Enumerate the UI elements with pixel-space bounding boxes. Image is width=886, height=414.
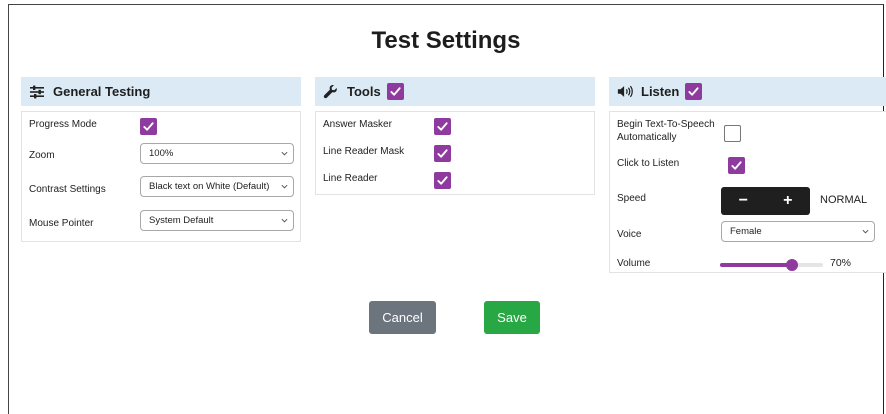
mouse-pointer-value: System Default <box>149 215 214 226</box>
line-reader-label: Line Reader <box>323 173 378 184</box>
general-testing-panel: General Testing Progress Mode Zoom 100% … <box>21 77 301 242</box>
general-testing-title: General Testing <box>53 84 151 99</box>
general-testing-body: Progress Mode Zoom 100% Contrast Setting… <box>21 111 301 242</box>
speed-label: Speed <box>617 193 646 204</box>
check-icon <box>143 122 154 131</box>
progress-mode-checkbox[interactable] <box>140 118 157 135</box>
speaker-icon <box>617 84 633 100</box>
speed-decrease-button[interactable]: − <box>721 187 766 215</box>
wrench-icon <box>323 84 339 100</box>
zoom-label: Zoom <box>29 150 55 161</box>
volume-slider-thumb[interactable] <box>786 259 799 271</box>
page-title: Test Settings <box>371 27 521 54</box>
zoom-select[interactable]: 100% <box>140 143 294 164</box>
voice-select[interactable]: Female <box>721 221 875 242</box>
sliders-icon <box>29 84 45 100</box>
auto-tts-checkbox[interactable] <box>724 125 741 142</box>
listen-panel: Listen Begin Text-To-Speech Automaticall… <box>609 77 886 273</box>
check-icon <box>437 122 448 131</box>
general-testing-header: General Testing <box>21 77 301 106</box>
cancel-button[interactable]: Cancel <box>369 301 436 334</box>
contrast-settings-label: Contrast Settings <box>29 184 106 195</box>
progress-mode-label: Progress Mode <box>29 119 97 130</box>
speed-value: NORMAL <box>820 194 868 206</box>
line-reader-mask-label: Line Reader Mask <box>323 146 405 157</box>
answer-masker-label: Answer Masker <box>323 119 392 130</box>
zoom-value: 100% <box>149 148 174 159</box>
contrast-settings-value: Black text on White (Default) <box>149 181 270 192</box>
listen-title: Listen <box>641 84 680 99</box>
mouse-pointer-label: Mouse Pointer <box>29 218 94 229</box>
check-icon <box>437 176 448 185</box>
check-icon <box>731 161 742 170</box>
listen-body: Begin Text-To-Speech Automatically Click… <box>609 111 886 273</box>
chevron-down-icon <box>281 184 288 189</box>
mouse-pointer-select[interactable]: System Default <box>140 210 294 231</box>
tools-title: Tools <box>347 84 381 99</box>
tools-header: Tools <box>315 77 595 106</box>
chevron-down-icon <box>862 229 869 234</box>
check-icon <box>688 87 699 96</box>
chevron-down-icon <box>281 151 288 156</box>
speed-control: − + <box>721 187 810 215</box>
line-reader-checkbox[interactable] <box>434 172 451 189</box>
listen-header: Listen <box>609 77 886 106</box>
answer-masker-checkbox[interactable] <box>434 118 451 135</box>
volume-label: Volume <box>617 258 651 269</box>
tools-enable-checkbox[interactable] <box>386 83 404 100</box>
volume-slider-fill <box>720 263 793 267</box>
save-button[interactable]: Save <box>484 301 540 334</box>
speed-increase-button[interactable]: + <box>766 187 811 215</box>
tools-panel: Tools Answer Masker Line Reader Mask Lin… <box>315 77 595 195</box>
settings-window: Test Settings General Testing Progress M… <box>8 4 886 414</box>
contrast-settings-select[interactable]: Black text on White (Default) <box>140 176 294 197</box>
click-to-listen-label: Click to Listen <box>617 158 680 169</box>
line-reader-mask-checkbox[interactable] <box>434 145 451 162</box>
chevron-down-icon <box>281 218 288 223</box>
auto-tts-label: Begin Text-To-Speech Automatically <box>617 119 715 143</box>
volume-slider[interactable] <box>720 259 823 271</box>
check-icon <box>390 87 401 96</box>
tools-body: Answer Masker Line Reader Mask Line Read… <box>315 111 595 195</box>
volume-value: 70% <box>830 257 852 269</box>
click-to-listen-checkbox[interactable] <box>728 157 745 174</box>
voice-value: Female <box>730 226 762 237</box>
voice-label: Voice <box>617 229 642 240</box>
listen-enable-checkbox[interactable] <box>685 83 703 100</box>
check-icon <box>437 149 448 158</box>
